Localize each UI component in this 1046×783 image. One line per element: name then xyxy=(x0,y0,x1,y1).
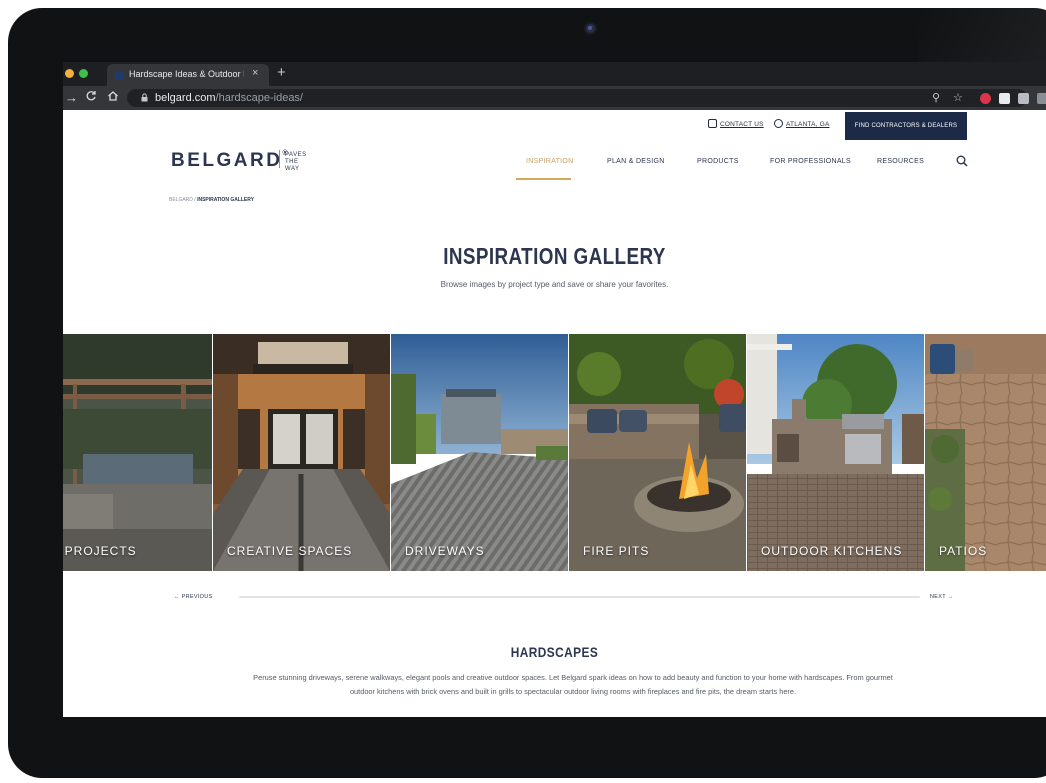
tile-label: DRIVEWAYS xyxy=(405,544,485,558)
carousel-scrollbar[interactable] xyxy=(239,596,920,598)
tab-title: Hardscape Ideas & Outdoor Li xyxy=(129,69,244,79)
tile-label: PATIOS xyxy=(939,544,988,558)
location-pin-icon xyxy=(774,119,783,128)
next-button[interactable]: NEXT → xyxy=(930,594,953,600)
nav-resources[interactable]: RESOURCES xyxy=(877,158,924,165)
address-bar[interactable]: belgard.com/hardscape-ideas/ ⚲ ☆ xyxy=(127,89,1046,107)
new-tab-button[interactable]: + xyxy=(277,64,286,81)
logo-tagline: PAVES THE WAY xyxy=(285,152,307,172)
page-title: INSPIRATION GALLERY xyxy=(443,243,666,269)
url-text: belgard.com/hardscape-ideas/ xyxy=(155,92,303,104)
pergola-image xyxy=(63,334,212,571)
nav-products[interactable]: PRODUCTS xyxy=(697,158,739,165)
minimize-window-button[interactable] xyxy=(65,69,74,78)
find-contractors-button[interactable]: FIND CONTRACTORS & DEALERS xyxy=(845,112,967,140)
nav-inspiration[interactable]: INSPIRATION xyxy=(526,158,574,165)
browser-window: Hardscape Ideas & Outdoor Li × + → belga… xyxy=(63,62,1046,717)
driveway-image xyxy=(391,334,568,571)
gallery-tile-patios[interactable]: PATIOS xyxy=(925,334,1046,571)
browser-toolbar: → belgard.com/hardscape-ideas/ ⚲ ☆ xyxy=(63,86,1046,110)
outdoor-kitchen-image xyxy=(747,334,924,571)
maximize-window-button[interactable] xyxy=(79,69,88,78)
favicon-icon xyxy=(115,71,124,80)
extension-icon[interactable] xyxy=(980,93,991,104)
lock-icon xyxy=(141,93,148,102)
logo-divider xyxy=(279,150,280,168)
chat-icon xyxy=(708,119,717,128)
tile-label: OUTDOOR KITCHENS xyxy=(761,544,903,558)
extension-icon[interactable] xyxy=(1018,93,1029,104)
section-title: HARDSCAPES xyxy=(510,644,599,660)
extension-icon[interactable] xyxy=(999,93,1010,104)
breadcrumb: BELGARD / INSPIRATION GALLERY xyxy=(169,197,255,203)
breadcrumb-current: INSPIRATION GALLERY xyxy=(197,197,255,203)
nav-plan-design[interactable]: PLAN & DESIGN xyxy=(607,158,665,165)
gallery-tile-driveways[interactable]: DRIVEWAYS xyxy=(391,334,568,571)
home-icon[interactable] xyxy=(107,90,119,105)
gallery-tile-creative-spaces[interactable]: CREATIVE SPACES xyxy=(213,334,390,571)
laptop-frame: Hardscape Ideas & Outdoor Li × + → belga… xyxy=(0,0,1046,783)
reload-icon[interactable] xyxy=(85,90,97,105)
forward-icon[interactable]: → xyxy=(65,90,78,105)
webcam-icon xyxy=(586,24,595,33)
zoom-icon[interactable]: ⚲ xyxy=(932,91,940,104)
inspiration-carousel: . PROJECTS CREATIVE SPACES DRIVEWAYS FIR… xyxy=(63,334,1046,571)
breadcrumb-home-link[interactable]: BELGARD xyxy=(169,197,193,203)
gallery-tile-fire-pits[interactable]: FIRE PITS xyxy=(569,334,746,571)
gallery-tile-projects[interactable]: . PROJECTS xyxy=(63,334,212,571)
bookmark-star-icon[interactable]: ☆ xyxy=(953,91,963,104)
section-description: Peruse stunning driveways, serene walkwa… xyxy=(253,673,893,696)
tile-label: FIRE PITS xyxy=(583,544,650,558)
nav-active-indicator xyxy=(516,178,571,180)
search-icon[interactable] xyxy=(956,155,968,167)
tile-label: . PROJECTS xyxy=(63,544,137,558)
fire-pit-image xyxy=(569,334,746,571)
location-link[interactable]: ATLANTA, GA xyxy=(786,121,830,128)
previous-button[interactable]: ← PREVIOUS xyxy=(174,594,212,600)
patio-image xyxy=(925,334,1046,571)
page-subtitle: Browse images by project type and save o… xyxy=(440,280,669,289)
nav-for-professionals[interactable]: FOR PROFESSIONALS xyxy=(770,158,851,165)
belgard-logo[interactable]: BELGARD® xyxy=(171,150,288,172)
tile-label: CREATIVE SPACES xyxy=(227,544,353,558)
barn-image xyxy=(213,334,390,571)
tab-bar: Hardscape Ideas & Outdoor Li × + xyxy=(63,62,1046,86)
close-tab-icon[interactable]: × xyxy=(252,67,258,79)
browser-tab[interactable]: Hardscape Ideas & Outdoor Li × xyxy=(107,64,269,86)
contact-us-link[interactable]: CONTACT US xyxy=(720,121,764,128)
gallery-tile-outdoor-kitchens[interactable]: OUTDOOR KITCHENS xyxy=(747,334,924,571)
extension-icon[interactable] xyxy=(1037,93,1046,104)
